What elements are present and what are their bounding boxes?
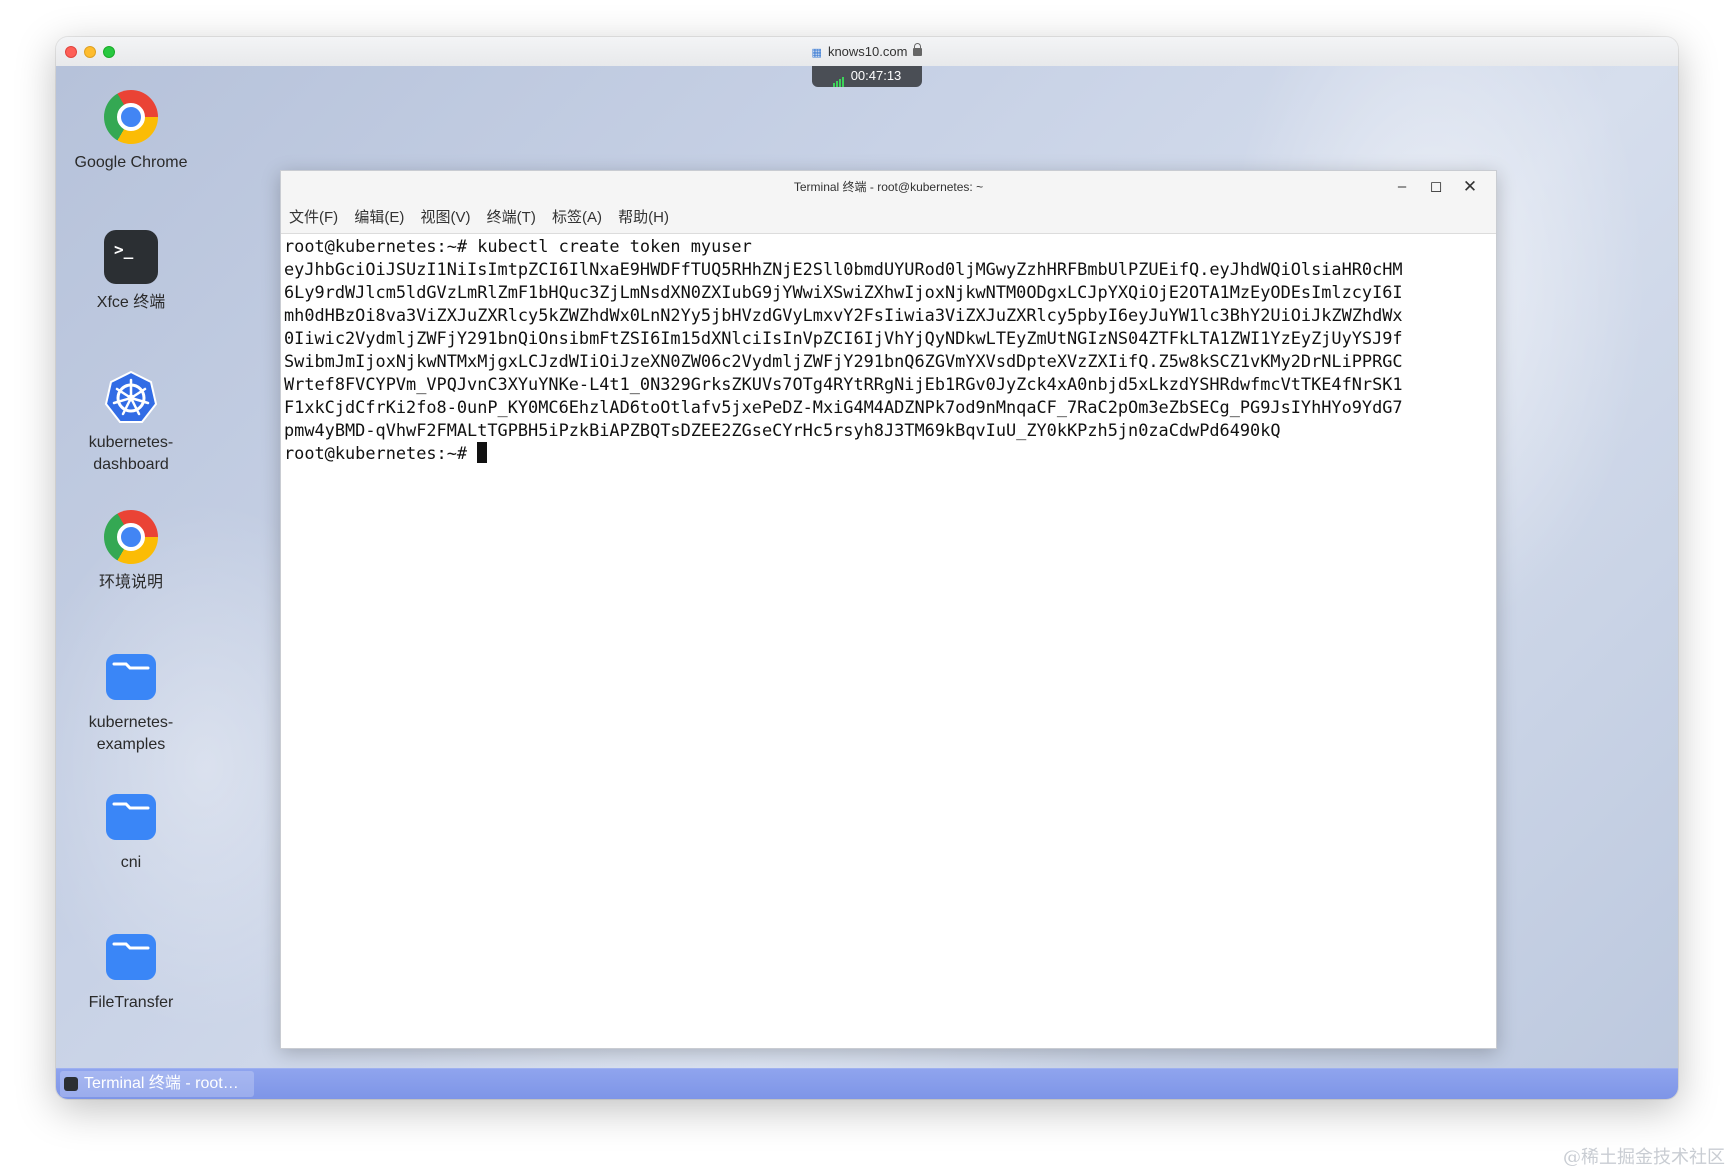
menu-edit[interactable]: 编辑(E) xyxy=(354,209,404,226)
browser-titlebar: ▦ knows10.com xyxy=(56,37,1678,67)
terminal-output[interactable]: root@kubernetes:~# kubectl create token … xyxy=(284,235,1494,1048)
terminal-prompt-line: root@kubernetes:~# xyxy=(284,442,1494,465)
terminal-line: SwibmJmIjoxNjkwNTMxMjgxLCJzdWIiOiJzeXN0Z… xyxy=(284,351,1403,371)
desktop-icon-xfce-terminal[interactable]: >_ Xfce 终端 xyxy=(61,230,201,314)
text-cursor xyxy=(477,442,488,463)
session-timer: 00:47:13 xyxy=(812,66,922,87)
terminal-icon xyxy=(64,1077,78,1091)
taskbar-item-terminal[interactable]: Terminal 终端 - root… xyxy=(60,1071,254,1097)
terminal-window[interactable]: Terminal 终端 - root@kubernetes: ~ – ◻ ✕ 文… xyxy=(280,170,1497,1049)
terminal-title: Terminal 终端 - root@kubernetes: ~ xyxy=(793,180,984,194)
desktop-icon-kubernetes-examples[interactable]: kubernetes- examples xyxy=(61,650,201,756)
desktop-icon-filetransfer[interactable]: FileTransfer xyxy=(61,930,201,1014)
taskbar-item-label: Terminal 终端 - root… xyxy=(84,1075,239,1092)
signal-icon xyxy=(832,67,845,87)
watermark: @稀土掘金技术社区 xyxy=(1563,1147,1725,1168)
desktop-icon-cni[interactable]: cni xyxy=(61,790,201,874)
minimize-icon[interactable]: – xyxy=(1392,178,1412,196)
maximize-icon[interactable]: ◻ xyxy=(1426,178,1446,196)
terminal-titlebar[interactable]: Terminal 终端 - root@kubernetes: ~ – ◻ ✕ xyxy=(281,171,1496,203)
terminal-prompt: root@kubernetes:~# xyxy=(284,443,478,463)
taskbar: Terminal 终端 - root… xyxy=(56,1068,1678,1099)
desktop-icon-google-chrome[interactable]: Google Chrome xyxy=(61,90,201,174)
menu-terminal[interactable]: 终端(T) xyxy=(487,209,536,226)
terminal-line: root@kubernetes:~# kubectl create token … xyxy=(284,236,752,256)
address-bar[interactable]: ▦ knows10.com xyxy=(56,43,1678,59)
desktop-icon-label: kubernetes- examples xyxy=(88,714,174,753)
desktop-icon-label: Google Chrome xyxy=(74,154,188,171)
menu-file[interactable]: 文件(F) xyxy=(289,209,338,226)
kubernetes-icon xyxy=(104,370,158,424)
desktop-icon-label: FileTransfer xyxy=(88,994,174,1011)
chrome-icon xyxy=(104,510,158,564)
menu-tabs[interactable]: 标签(A) xyxy=(552,209,602,226)
desktop-icon-kubernetes-dashboard[interactable]: kubernetes- dashboard xyxy=(61,370,201,476)
terminal-line: 0Iiwic2VydmljZWFjY291bnQiOnsibmFtZSI6Im1… xyxy=(284,328,1403,348)
terminal-line: pmw4yBMD-qVhwF2FMALtTGPBH5iPzkBiAPZBQTsD… xyxy=(284,420,1281,440)
desktop-icon-label: Xfce 终端 xyxy=(96,294,166,311)
terminal-line: mh0dHBzOi8va3ViZXJuZXRlcy5kZWZhdWx0LnN2Y… xyxy=(284,305,1403,325)
lock-icon xyxy=(913,43,923,56)
terminal-line: F1xkCjdCfrKi2fo8-0unP_KY0MC6EhzlAD6toOtl… xyxy=(284,397,1403,417)
desktop: 00:47:13 Google Chrome >_ Xfce 终端 kubern… xyxy=(56,66,1678,1099)
terminal-line: 6Ly9rdWJlcm5ldGVzLmRlZmF1bHQuc3ZjLmNsdXN… xyxy=(284,282,1403,302)
timer-text: 00:47:13 xyxy=(850,68,902,83)
terminal-icon: >_ xyxy=(104,230,158,284)
desktop-icon-environment-info[interactable]: 环境说明 xyxy=(61,510,201,594)
desktop-icon-label: 环境说明 xyxy=(98,574,163,591)
remote-desktop-window: ▦ knows10.com 00:47:13 Google Chrome >_ X… xyxy=(56,37,1678,1099)
terminal-menubar: 文件(F) 编辑(E) 视图(V) 终端(T) 标签(A) 帮助(H) xyxy=(281,203,1496,234)
terminal-line: eyJhbGciOiJSUzI1NiIsImtpZCI6IlNxaE9HWDFf… xyxy=(284,259,1403,279)
folder-icon xyxy=(104,650,158,704)
desktop-icon-label: kubernetes- dashboard xyxy=(88,434,174,473)
desktop-icon-label: cni xyxy=(120,854,142,871)
menu-view[interactable]: 视图(V) xyxy=(421,209,471,226)
close-icon[interactable]: ✕ xyxy=(1460,178,1480,196)
url-text: knows10.com xyxy=(827,44,908,59)
terminal-line: Wrtef8FVCYPVm_VPQJvnC3XYuYNKe-L4t1_0N329… xyxy=(284,374,1403,394)
chrome-icon xyxy=(104,90,158,144)
menu-help[interactable]: 帮助(H) xyxy=(618,209,669,226)
folder-icon xyxy=(104,930,158,984)
site-icon: ▦ xyxy=(811,47,822,59)
folder-icon xyxy=(104,790,158,844)
